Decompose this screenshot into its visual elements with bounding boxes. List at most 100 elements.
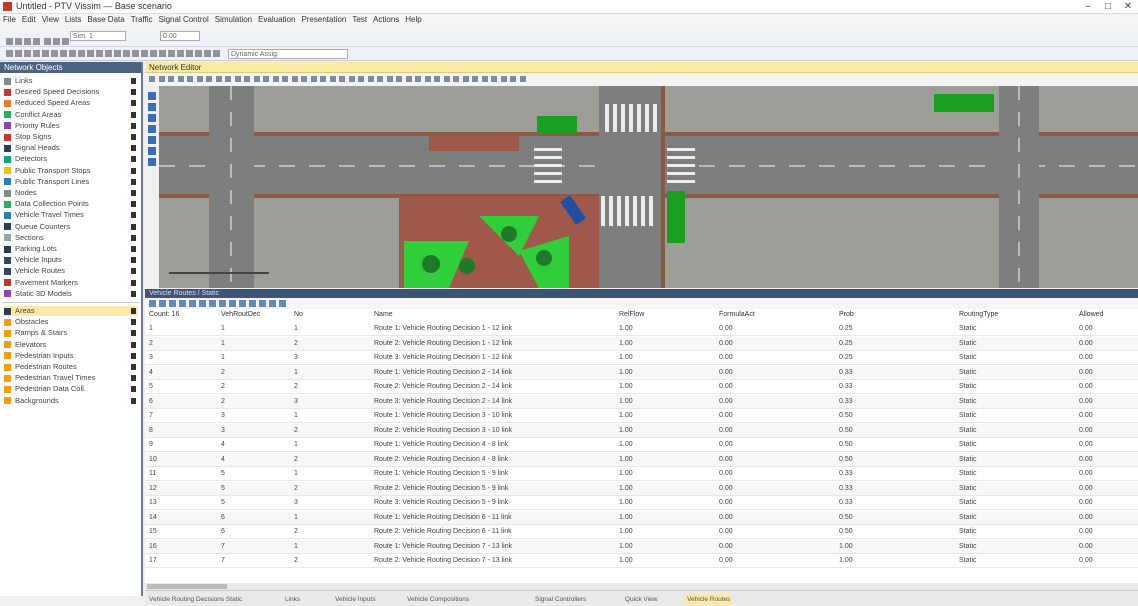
editor-tool-icon[interactable]	[301, 76, 307, 82]
list-tool-icon[interactable]	[149, 300, 156, 307]
toggle-icon[interactable]	[131, 190, 136, 196]
column-header[interactable]: Prob	[839, 309, 854, 320]
editor-tool-icon[interactable]	[405, 76, 412, 82]
table-row[interactable]: 6 2 3 Route 3: Vehicle Routing Decision 2 -…	[145, 394, 1138, 409]
tab-vehicle-routes[interactable]: Vehicle Routes	[685, 594, 733, 605]
network-object-queue-counters[interactable]: Queue Counters	[4, 222, 138, 232]
column-header[interactable]: Count: 16	[149, 309, 179, 320]
editor-tool-icon[interactable]	[320, 76, 326, 82]
toolbar-tool-icon[interactable]	[33, 38, 40, 45]
toolbar-tool-icon[interactable]	[159, 50, 166, 57]
column-header[interactable]: Name	[374, 309, 393, 320]
toggle-icon[interactable]	[131, 212, 136, 219]
menu-item-presentation[interactable]: Presentation	[298, 14, 349, 25]
editor-tool-icon[interactable]	[472, 76, 478, 82]
table-row[interactable]: 8 3 2 Route 2: Vehicle Routing Decision 3 -…	[145, 423, 1138, 438]
toolbar-tool-icon[interactable]	[150, 50, 157, 57]
menu-item-edit[interactable]: Edit	[19, 14, 39, 25]
list-tool-icon[interactable]	[269, 300, 276, 307]
side-tool-icon[interactable]	[148, 158, 156, 166]
network-object-public-transport-lines[interactable]: Public Transport Lines	[4, 177, 138, 187]
column-header[interactable]: RelFlow	[619, 309, 644, 320]
editor-tool-icon[interactable]	[187, 76, 193, 82]
list-tool-icon[interactable]	[209, 300, 216, 307]
toggle-icon[interactable]	[131, 257, 136, 264]
table-row[interactable]: 5 2 2 Route 2: Vehicle Routing Decision 2 -…	[145, 380, 1138, 394]
menu-item-lists[interactable]: Lists	[62, 14, 84, 25]
menu-item-help[interactable]: Help	[402, 14, 424, 25]
editor-tool-icon[interactable]	[272, 76, 279, 82]
tab-vehicle-compositions[interactable]: Vehicle Compositions	[407, 594, 469, 605]
network-object-pedestrian-inputs[interactable]: Pedestrian Inputs	[4, 351, 138, 361]
table-row[interactable]: 10 4 2 Route 2: Vehicle Routing Decision 4 …	[145, 452, 1138, 467]
toggle-icon[interactable]	[131, 375, 136, 382]
toolbar-tool-icon[interactable]	[168, 50, 175, 57]
toggle-icon[interactable]	[131, 308, 136, 314]
toolbar-tool-icon[interactable]	[15, 50, 22, 57]
list-tool-icon[interactable]	[219, 300, 226, 307]
toolbar-tool-icon[interactable]	[96, 50, 103, 57]
toggle-icon[interactable]	[131, 268, 136, 275]
menu-item-view[interactable]: View	[39, 14, 62, 25]
column-header[interactable]: FormulaAct	[719, 309, 755, 320]
toolbar-tool-icon[interactable]	[44, 38, 51, 45]
tab-vehicle-routing-decisions-static[interactable]: Vehicle Routing Decisions Static	[149, 594, 242, 605]
editor-tool-icon[interactable]	[263, 76, 269, 82]
network-object-priority-rules[interactable]: Priority Rules	[4, 121, 138, 131]
network-object-pedestrian-travel-times[interactable]: Pedestrian Travel Times	[4, 373, 138, 383]
editor-tool-icon[interactable]	[510, 76, 516, 82]
editor-tool-icon[interactable]	[234, 76, 241, 82]
editor-tool-icon[interactable]	[291, 76, 298, 82]
menu-item-actions[interactable]: Actions	[370, 14, 402, 25]
toggle-icon[interactable]	[131, 319, 136, 326]
toolbar-tool-icon[interactable]	[132, 50, 139, 57]
network-object-parking-lots[interactable]: Parking Lots	[4, 244, 138, 254]
table-row[interactable]: 12 5 2 Route 2: Vehicle Routing Decision 5 …	[145, 481, 1138, 496]
table-row[interactable]: 17 7 2 Route 2: Vehicle Routing Decision 7 …	[145, 554, 1138, 568]
editor-tool-icon[interactable]	[348, 76, 355, 82]
table-row[interactable]: 4 2 1 Route 1: Vehicle Routing Decision 2 -…	[145, 365, 1138, 380]
list-tool-icon[interactable]	[159, 300, 166, 307]
editor-tool-icon[interactable]	[519, 76, 526, 82]
network-object-elevators[interactable]: Elevators	[4, 340, 138, 350]
toggle-icon[interactable]	[131, 279, 136, 286]
menu-item-test[interactable]: Test	[349, 14, 370, 25]
toolbar-tool-icon[interactable]	[24, 50, 31, 57]
menu-item-simulation[interactable]: Simulation	[212, 14, 255, 25]
column-header[interactable]: VehRoutDec	[221, 309, 260, 320]
minimize-button[interactable]: –	[1078, 0, 1098, 14]
menu-item-file[interactable]: File	[0, 14, 19, 25]
table-row[interactable]: 1 1 1 Route 1: Vehicle Routing Decision 1 -…	[145, 322, 1138, 336]
table-row[interactable]: 7 3 1 Route 1: Vehicle Routing Decision 3 -…	[145, 409, 1138, 423]
toolbar-tool-icon[interactable]	[6, 50, 13, 57]
list-tool-icon[interactable]	[229, 300, 236, 307]
table-row[interactable]: 14 6 1 Route 1: Vehicle Routing Decision 6 …	[145, 510, 1138, 525]
editor-tool-icon[interactable]	[491, 76, 497, 82]
network-object-stop-signs[interactable]: Stop Signs	[4, 132, 138, 142]
network-object-pavement-markers[interactable]: Pavement Markers	[4, 278, 138, 288]
editor-tool-icon[interactable]	[149, 76, 155, 82]
table-row[interactable]: 15 6 2 Route 2: Vehicle Routing Decision 6 …	[145, 525, 1138, 539]
column-header[interactable]: No	[294, 309, 303, 320]
maximize-button[interactable]: □	[1098, 0, 1118, 14]
list-tool-icon[interactable]	[179, 300, 186, 307]
tab-signal-controllers[interactable]: Signal Controllers	[535, 594, 586, 605]
editor-tool-icon[interactable]	[310, 76, 317, 82]
toolbar-tool-icon[interactable]	[123, 50, 130, 57]
toggle-icon[interactable]	[131, 122, 136, 129]
list-tool-icon[interactable]	[239, 300, 246, 307]
toolbar-tool-icon[interactable]	[204, 50, 211, 57]
toggle-icon[interactable]	[131, 78, 136, 84]
editor-tool-icon[interactable]	[367, 76, 374, 82]
table-row[interactable]: 16 7 1 Route 1: Vehicle Routing Decision 7 …	[145, 539, 1138, 554]
editor-tool-icon[interactable]	[396, 76, 402, 82]
toolbar-tool-icon[interactable]	[6, 38, 13, 45]
network-object-links[interactable]: Links	[4, 76, 138, 86]
toggle-icon[interactable]	[131, 100, 136, 107]
toggle-icon[interactable]	[131, 89, 136, 96]
toggle-icon[interactable]	[131, 290, 136, 297]
view-select[interactable]: Dynamic Assig.	[228, 49, 348, 59]
toolbar-tool-icon[interactable]	[62, 38, 69, 45]
table-row[interactable]: 2 1 2 Route 2: Vehicle Routing Decision 1 -…	[145, 336, 1138, 351]
side-tool-icon[interactable]	[148, 114, 156, 122]
